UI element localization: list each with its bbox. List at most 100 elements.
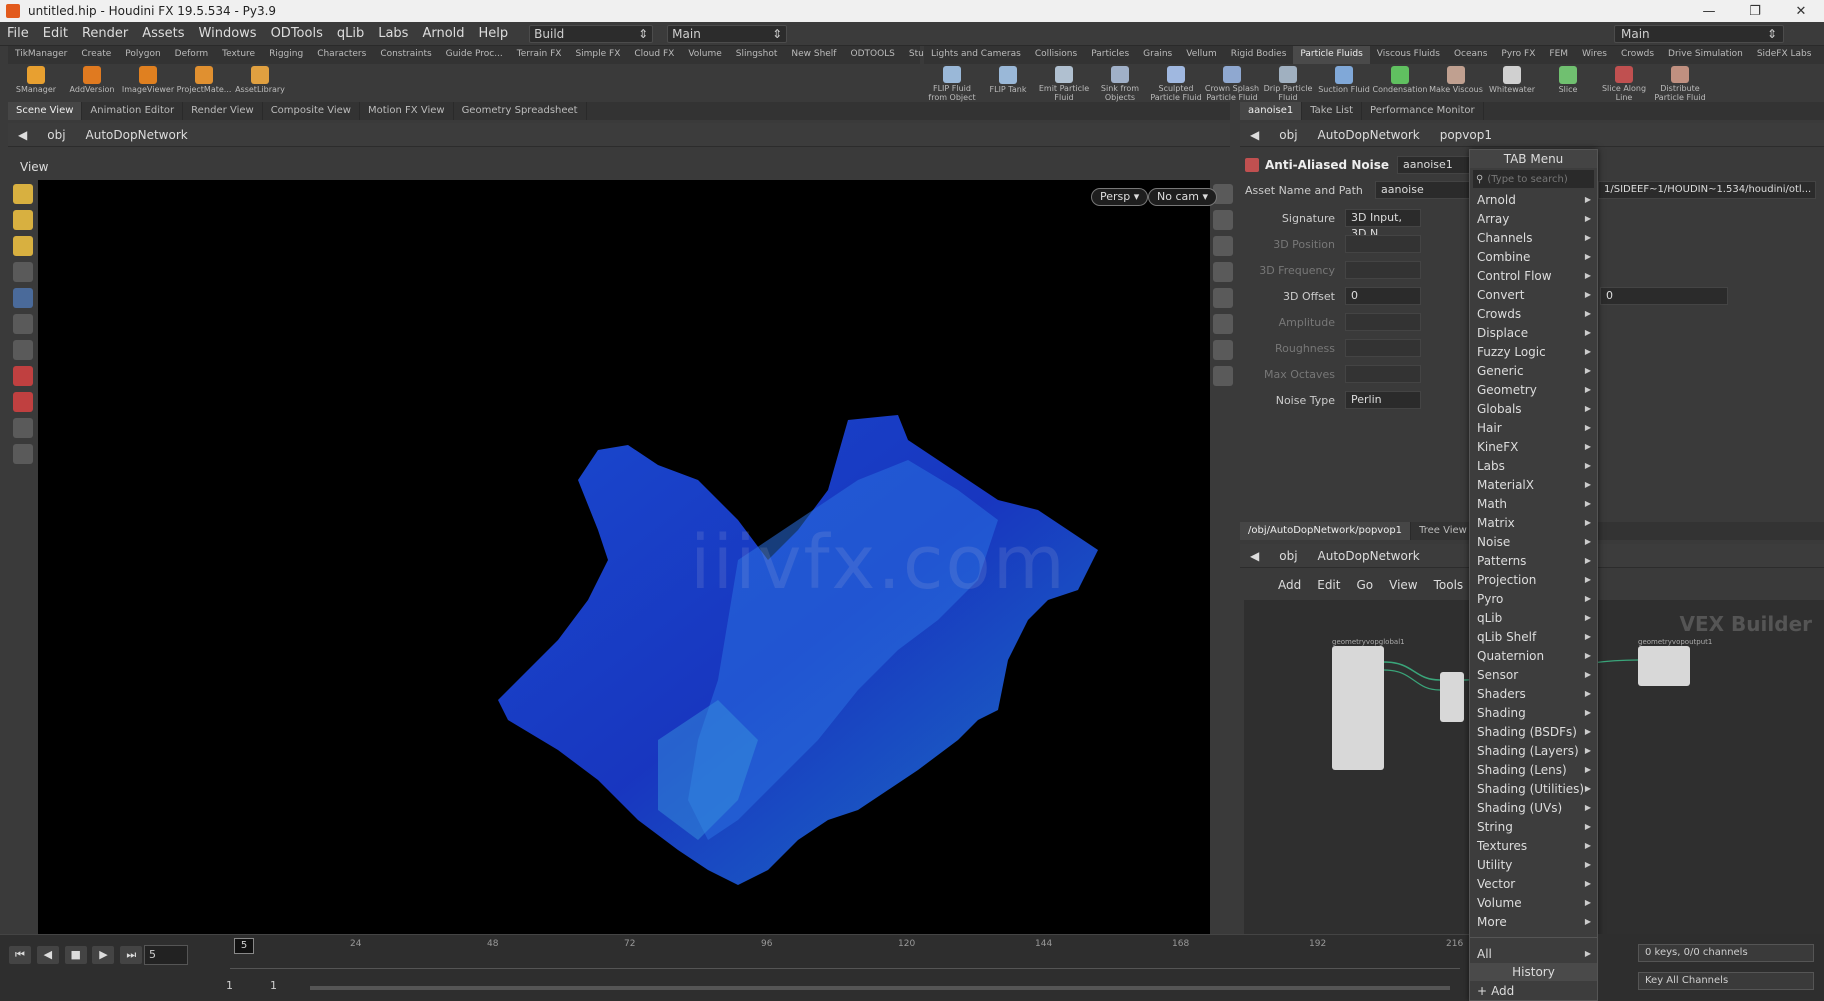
shading-icon[interactable] — [1213, 314, 1233, 334]
handle-icon[interactable] — [13, 418, 33, 438]
shelf-tab-drive-simulation[interactable]: Drive Simulation — [1661, 46, 1750, 64]
range-start-2[interactable]: 1 — [270, 979, 277, 992]
range-start[interactable]: 1 — [226, 979, 233, 992]
menu-render[interactable]: Render — [75, 26, 135, 41]
move-tool-icon[interactable] — [13, 210, 33, 230]
shelf-tab-viscous-fluids[interactable]: Viscous Fluids — [1370, 46, 1447, 64]
menu-file[interactable]: File — [0, 26, 36, 41]
parm-field[interactable] — [1345, 339, 1421, 357]
path-obj[interactable]: obj — [1269, 128, 1307, 142]
network-menu-add[interactable]: Add — [1270, 578, 1309, 592]
jump-end-icon[interactable]: ⏭ — [120, 946, 143, 964]
pointer-icon[interactable] — [13, 262, 33, 282]
shelf-tool-assetlibrary[interactable]: AssetLibrary — [232, 64, 288, 102]
camera-menu[interactable]: No cam ▾ — [1148, 188, 1217, 206]
shelf-tab-fem[interactable]: FEM — [1542, 46, 1575, 64]
tab-menu-item-crowds[interactable]: Crowds ▶ — [1470, 304, 1597, 323]
brush-icon[interactable] — [13, 366, 33, 386]
shelf-tab-new-shelf[interactable]: New Shelf — [784, 46, 843, 64]
magnet-icon[interactable] — [13, 340, 33, 360]
current-frame-marker[interactable]: 5 — [234, 938, 254, 954]
pane-tab-performance-monitor[interactable]: Performance Monitor — [1362, 102, 1484, 120]
asset-name-field[interactable]: aanoise — [1375, 181, 1475, 199]
snap-icon[interactable] — [13, 314, 33, 334]
shelf-tab-vellum[interactable]: Vellum — [1179, 46, 1223, 64]
shelf-tab-sidefx-labs[interactable]: SideFX Labs — [1750, 46, 1819, 64]
tab-menu-item-materialx[interactable]: MaterialX ▶ — [1470, 475, 1597, 494]
tab-menu-item-all[interactable]: All ▶ — [1470, 944, 1597, 963]
stop-icon[interactable]: ■ — [64, 946, 87, 964]
shelf-tool-drip-particle-fluid[interactable]: Drip Particle Fluid — [1260, 64, 1316, 102]
path-obj[interactable]: obj — [37, 128, 75, 142]
path-obj[interactable]: obj — [1269, 549, 1307, 563]
tab-menu-search[interactable]: ⚲ (Type to search) — [1473, 170, 1594, 188]
shelf-tab-volume[interactable]: Volume — [681, 46, 728, 64]
shelf-tab-create[interactable]: Create — [74, 46, 118, 64]
shelf-tool-whitewater[interactable]: Whitewater — [1484, 64, 1540, 102]
tab-menu-item-convert[interactable]: Convert ▶ — [1470, 285, 1597, 304]
tab-menu-item-shading-bsdfs[interactable]: Shading (BSDFs) ▶ — [1470, 722, 1597, 741]
shelf-tab-terrain-fx[interactable]: Terrain FX — [510, 46, 569, 64]
shelf-tool-suction-fluid[interactable]: Suction Fluid — [1316, 64, 1372, 102]
range-slider[interactable] — [310, 986, 1450, 990]
right-desktop-selector[interactable]: Main ⇕ — [1614, 25, 1784, 43]
shelf-tab-simple-fx[interactable]: Simple FX — [568, 46, 627, 64]
back-icon[interactable]: ◀ — [8, 128, 37, 142]
context-selector[interactable]: Main ⇕ — [667, 24, 788, 43]
menu-odtools[interactable]: ODTools — [264, 26, 330, 41]
shelf-tab-wires[interactable]: Wires — [1575, 46, 1614, 64]
tab-menu-item-shaders[interactable]: Shaders ▶ — [1470, 684, 1597, 703]
tab-menu-item-volume[interactable]: Volume ▶ — [1470, 893, 1597, 912]
menu-assets[interactable]: Assets — [135, 26, 191, 41]
pane-tab-aanoise1[interactable]: aanoise1 — [1240, 102, 1303, 120]
tab-menu-item-shading-layers[interactable]: Shading (Layers) ▶ — [1470, 741, 1597, 760]
shelf-tab-pyro-fx[interactable]: Pyro FX — [1494, 46, 1542, 64]
parm-field[interactable] — [1345, 261, 1421, 279]
network-menu-view[interactable]: View — [1381, 578, 1425, 592]
shelf-tab-lights-and-cameras[interactable]: Lights and Cameras — [924, 46, 1028, 64]
pane-tab-scene-view[interactable]: Scene View — [8, 102, 83, 120]
shelf-tab-oceans[interactable]: Oceans — [1447, 46, 1494, 64]
shelf-tab-guide-proc[interactable]: Guide Proc... — [439, 46, 510, 64]
tab-menu-item-utility[interactable]: Utility ▶ — [1470, 855, 1597, 874]
jump-start-icon[interactable]: ⏮ — [9, 946, 31, 964]
shelf-tool-sculpted-particle-fluid[interactable]: Sculpted Particle Fluid — [1148, 64, 1204, 102]
shelf-tab-particles[interactable]: Particles — [1084, 46, 1136, 64]
pane-tab-composite-view[interactable]: Composite View — [263, 102, 360, 120]
shelf-tool-imageviewer[interactable]: ImageViewer — [120, 64, 176, 102]
select-tool-icon[interactable] — [13, 184, 33, 204]
shelf-tab-crowds[interactable]: Crowds — [1614, 46, 1661, 64]
frame-field[interactable]: 5 — [144, 945, 188, 965]
path-autodopnetwork[interactable]: AutoDopNetwork — [1308, 128, 1430, 142]
tab-menu-item-control-flow[interactable]: Control Flow ▶ — [1470, 266, 1597, 285]
shelf-tab-rigid-bodies[interactable]: Rigid Bodies — [1224, 46, 1294, 64]
shelf-tab-texture[interactable]: Texture — [215, 46, 262, 64]
menu-labs[interactable]: Labs — [371, 26, 415, 41]
tab-menu-item-channels[interactable]: Channels ▶ — [1470, 228, 1597, 247]
path-popvop1[interactable]: popvop1 — [1430, 128, 1502, 142]
rotate-tool-icon[interactable] — [13, 236, 33, 256]
network-menu-go[interactable]: Go — [1348, 578, 1381, 592]
tab-menu-item-more[interactable]: More ▶ — [1470, 912, 1597, 931]
tab-menu-item-generic[interactable]: Generic ▶ — [1470, 361, 1597, 380]
menu-qlib[interactable]: qLib — [330, 26, 371, 41]
shelf-tool-make-viscous[interactable]: Make Viscous — [1428, 64, 1484, 102]
tab-menu-item-sensor[interactable]: Sensor ▶ — [1470, 665, 1597, 684]
parm-field[interactable] — [1345, 313, 1421, 331]
parm-field[interactable] — [1345, 235, 1421, 253]
shelf-tab-grains[interactable]: Grains — [1136, 46, 1179, 64]
tab-menu-item-shading-uvs[interactable]: Shading (UVs) ▶ — [1470, 798, 1597, 817]
menu-edit[interactable]: Edit — [36, 26, 75, 41]
tab-menu-item-matrix[interactable]: Matrix ▶ — [1470, 513, 1597, 532]
tab-menu-item-qlib-shelf[interactable]: qLib Shelf ▶ — [1470, 627, 1597, 646]
shelf-tool-slice-along-line[interactable]: Slice Along Line — [1596, 64, 1652, 102]
pane-tab-take-list[interactable]: Take List — [1302, 102, 1363, 120]
shelf-tab-constraints[interactable]: Constraints — [373, 46, 438, 64]
tab-menu-item-patterns[interactable]: Patterns ▶ — [1470, 551, 1597, 570]
tab-menu-item-geometry[interactable]: Geometry ▶ — [1470, 380, 1597, 399]
camera-icon[interactable] — [13, 444, 33, 464]
pane-tab-motion-fx-view[interactable]: Motion FX View — [360, 102, 454, 120]
tab-menu-item-textures[interactable]: Textures ▶ — [1470, 836, 1597, 855]
play-icon[interactable]: ▶ — [92, 946, 115, 964]
play-reverse-icon[interactable]: ◀ — [36, 946, 59, 964]
